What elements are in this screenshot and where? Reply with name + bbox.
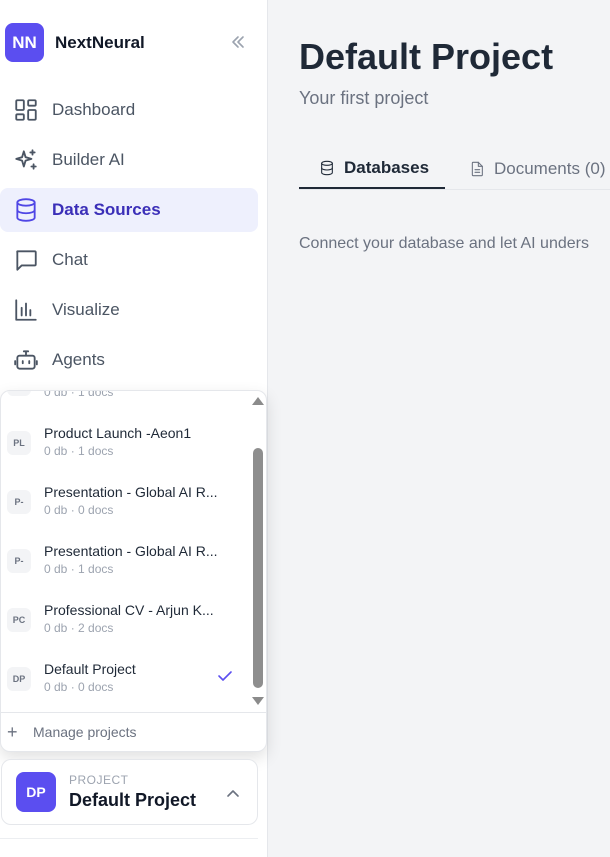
manage-projects-button[interactable]: + Manage projects: [7, 723, 137, 741]
dashboard-icon: [15, 99, 37, 121]
chevron-up-icon: [227, 790, 239, 797]
project-meta: 0 db · 2 docs: [44, 621, 114, 635]
sidebar-item-label: Dashboard: [52, 100, 136, 119]
sidebar-item-label: Agents: [52, 350, 105, 369]
sidebar-item-label: Data Sources: [52, 200, 161, 219]
sidebar-nav: Dashboard Builder AI Data Sources Chat V…: [0, 88, 258, 388]
app-logo: NN: [5, 23, 44, 62]
collapse-sidebar-icon[interactable]: [228, 32, 248, 52]
current-project-name: Default Project: [69, 790, 197, 810]
project-list: 0 db · 1 docs PL Product Launch -Aeon1 0…: [1, 391, 251, 712]
divider: [1, 712, 266, 713]
divider: [0, 838, 258, 839]
scroll-down-arrow[interactable]: [252, 697, 264, 705]
chat-icon: [16, 250, 37, 271]
tab-documents[interactable]: Documents (0): [469, 148, 605, 189]
sidebar: NN NextNeural Dashboard Builder AI Data …: [0, 0, 268, 857]
project-badge: PC: [7, 608, 31, 632]
scroll-up-arrow[interactable]: [252, 397, 264, 405]
check-icon: [218, 671, 232, 681]
project-name: Default Project: [44, 661, 136, 677]
plus-icon: +: [7, 722, 18, 742]
sidebar-item-label: Chat: [52, 250, 88, 269]
project-switcher[interactable]: DP PROJECT Default Project: [1, 759, 258, 825]
sidebar-item-label: Visualize: [52, 300, 120, 319]
project-badge: DP: [7, 667, 31, 691]
sidebar-item-label: Builder AI: [52, 150, 125, 169]
tab-databases[interactable]: Databases: [299, 148, 445, 189]
project-meta: 0 db · 1 docs: [44, 562, 114, 576]
sidebar-item-dashboard[interactable]: Dashboard: [0, 88, 258, 132]
tab-bar: Databases Documents (0): [299, 148, 610, 190]
database-icon: [321, 160, 333, 175]
project-item[interactable]: P- Presentation - Global AI R... 0 db · …: [1, 476, 249, 535]
sparkles-icon: [15, 149, 37, 170]
project-meta: 0 db · 1 docs: [44, 391, 114, 399]
project-avatar: DP: [16, 772, 56, 812]
project-badge: [7, 391, 31, 396]
project-badge: P-: [7, 549, 31, 573]
document-icon: [471, 161, 483, 176]
project-item[interactable]: 0 db · 1 docs: [1, 391, 249, 417]
sidebar-item-agents[interactable]: Agents: [0, 338, 258, 382]
main-content: Default Project Your first project Datab…: [269, 0, 610, 857]
page-title: Default Project: [299, 36, 554, 77]
project-item-selected[interactable]: DP Default Project 0 db · 0 docs: [1, 653, 249, 712]
project-meta: 0 db · 0 docs: [44, 503, 114, 517]
scrollbar-thumb[interactable]: [253, 448, 263, 688]
project-item[interactable]: PL Product Launch -Aeon1 0 db · 1 docs: [1, 417, 249, 476]
sidebar-item-builder-ai[interactable]: Builder AI: [0, 138, 258, 182]
project-dropdown: 0 db · 1 docs PL Product Launch -Aeon1 0…: [0, 390, 267, 752]
bot-icon: [14, 350, 38, 370]
project-caption: PROJECT: [69, 773, 129, 787]
brand[interactable]: NN NextNeural: [5, 23, 145, 62]
brand-name: NextNeural: [55, 32, 145, 52]
bar-chart-icon: [15, 299, 37, 321]
project-meta: 0 db · 0 docs: [44, 680, 114, 694]
tab-label: Databases: [344, 157, 430, 177]
databases-description: Connect your database and let AI unders: [299, 235, 589, 252]
tab-label: Documents (0): [494, 158, 606, 178]
database-icon: [16, 198, 36, 222]
sidebar-item-data-sources[interactable]: Data Sources: [0, 188, 258, 232]
project-meta: 0 db · 1 docs: [44, 444, 114, 458]
project-badge: PL: [7, 431, 31, 455]
project-name: Product Launch -Aeon1: [44, 425, 192, 441]
project-name: Presentation - Global AI R...: [44, 543, 218, 559]
sidebar-item-chat[interactable]: Chat: [0, 238, 258, 282]
page-subtitle: Your first project: [299, 88, 429, 108]
project-badge: P-: [7, 490, 31, 514]
sidebar-item-visualize[interactable]: Visualize: [0, 288, 258, 332]
manage-projects-label: Manage projects: [33, 724, 137, 740]
project-name: Presentation - Global AI R...: [44, 484, 218, 500]
project-item[interactable]: P- Presentation - Global AI R... 0 db · …: [1, 535, 249, 594]
project-item[interactable]: PC Professional CV - Arjun K... 0 db · 2…: [1, 594, 249, 653]
project-name: Professional CV - Arjun K...: [44, 602, 214, 618]
